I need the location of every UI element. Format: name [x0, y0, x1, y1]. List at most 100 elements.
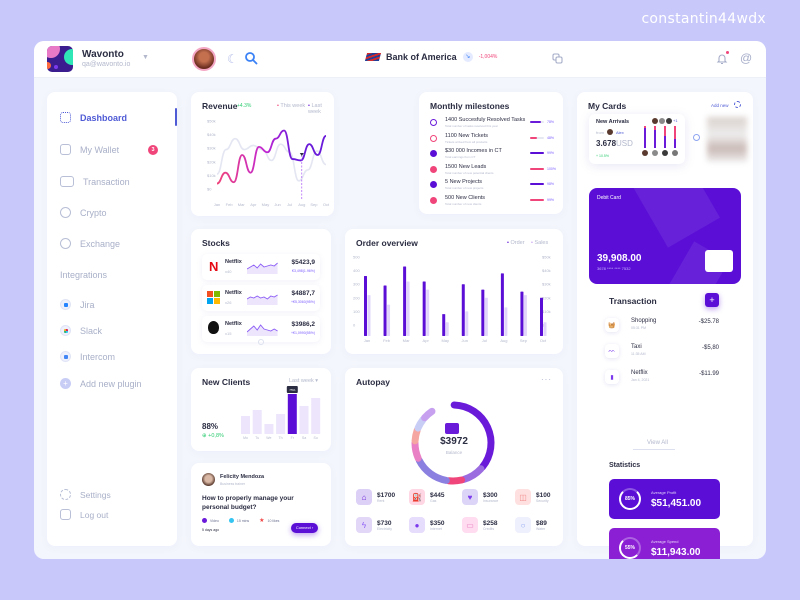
statistic-card[interactable]: 85% Average Profit $51,451.00: [609, 479, 720, 519]
transaction-time: 11:35 AM: [631, 352, 646, 356]
cash-icon: [60, 176, 74, 187]
milestone-title: 1400 Succesfuly Resolved Tasks: [445, 117, 526, 123]
milestones-card: Monthly milestones 1400 Succesfuly Resol…: [419, 92, 563, 214]
autopay-item[interactable]: ● $350 Internet: [409, 517, 444, 533]
more-options-icon[interactable]: ···: [541, 375, 552, 384]
avatar: [666, 118, 672, 124]
milestone-pct: 99%: [547, 151, 555, 155]
add-plugin-button[interactable]: + Add new plugin: [60, 378, 142, 389]
y-tick-label-right: $10k: [542, 309, 551, 314]
sidebar-item-my-wallet[interactable]: My Wallet: [60, 144, 119, 155]
statistic-value: $51,451.00: [651, 498, 702, 509]
autopay-item[interactable]: ◫ $100 Security: [515, 489, 550, 505]
stock-name: Netflix: [225, 290, 242, 296]
carousel-next-icon[interactable]: [693, 134, 700, 141]
copy-icon[interactable]: [552, 53, 563, 64]
sidebar-item-crypto[interactable]: Crypto: [60, 207, 107, 218]
logout-link[interactable]: Log out: [60, 509, 108, 520]
client-bar[interactable]: [276, 414, 286, 434]
donut-segment: [421, 407, 436, 422]
stock-price: $4887,7: [291, 290, 316, 297]
bank-selector[interactable]: Bank of America ↘ -1,004%: [364, 52, 497, 62]
autopay-item[interactable]: ϟ $730 Electricity: [356, 517, 392, 533]
account-switcher[interactable]: Wavonto qa@wavonto.io: [82, 49, 130, 68]
user-avatar[interactable]: [192, 47, 216, 71]
x-tick-label: Th: [279, 436, 283, 440]
card-chip-icon: [705, 250, 733, 272]
x-tick-label: Oct: [323, 202, 330, 207]
autopay-amount: $730: [377, 519, 392, 527]
autopay-item[interactable]: ▭ $258 Credits: [462, 517, 497, 533]
stock-row[interactable]: N Netflix x40 $5423,9 €3,498(1.96%): [202, 254, 320, 280]
statistic-label: Average Profit: [651, 490, 677, 495]
x-tick-label: Mo: [243, 436, 248, 440]
client-bar[interactable]: [299, 406, 309, 434]
moon-icon[interactable]: ☾: [227, 52, 238, 66]
client-bar[interactable]: [287, 394, 297, 434]
milestone-item[interactable]: 5 New Projects Total number of new projec…: [430, 179, 555, 190]
add-card-icon[interactable]: [734, 101, 741, 108]
milestone-item[interactable]: 1100 New Tickets Tickets arrived from all…: [430, 133, 555, 144]
sidebar-item-exchange[interactable]: Exchange: [60, 238, 120, 249]
integration-jira[interactable]: Jira: [60, 299, 95, 310]
stock-price: $5423,9: [291, 259, 316, 266]
milestone-pct: 48%: [547, 135, 555, 140]
chevron-down-icon[interactable]: ▼: [142, 54, 149, 61]
integrations-heading: Integrations: [60, 270, 108, 280]
client-bar[interactable]: [252, 410, 262, 434]
add-new-link[interactable]: Add new: [711, 103, 729, 108]
debit-card[interactable]: Debit Card 39,908.00 3678 **** **** 7532: [589, 188, 741, 284]
coin-icon: [60, 207, 71, 218]
x-tick-label: Fr: [291, 436, 295, 440]
milestone-item[interactable]: $30 000 Incomes in CT Total earnings from…: [430, 148, 555, 159]
client-bar[interactable]: [311, 398, 321, 434]
connect-button[interactable]: Connect ›: [291, 523, 318, 533]
stocks-card: Stocks N Netflix x40 $5423,9 €3,498(1.96…: [191, 229, 331, 354]
new-arrivals-card[interactable]: New Arrivals +1 from Alex 3.678USD + 10.…: [589, 114, 685, 164]
sidebar: Dashboard My Wallet 3 Transaction Crypto…: [47, 92, 177, 546]
y-tick-label-left: 0: [353, 323, 356, 328]
add-transaction-button[interactable]: +: [705, 293, 719, 307]
sales-bar: [504, 307, 508, 336]
autopay-item[interactable]: ⛽ $445 Gas: [409, 489, 444, 505]
milestone-progress: [530, 167, 544, 170]
integration-slack[interactable]: Slack: [60, 325, 102, 336]
y-tick-label-right: $30k: [542, 282, 551, 287]
view-all-link[interactable]: View All: [647, 440, 668, 446]
milestone-item[interactable]: 1500 New Leads Total number of new potent…: [430, 164, 556, 175]
notification-dot: [726, 51, 729, 54]
at-icon[interactable]: @: [740, 51, 752, 65]
x-tick-label: May: [262, 202, 270, 207]
x-tick-label: Aug: [298, 202, 305, 207]
trash-icon: ◫: [515, 489, 531, 505]
wallet-icon: [445, 423, 459, 434]
sidebar-item-dashboard[interactable]: Dashboard: [60, 112, 127, 123]
taxi-icon: ᨓ: [605, 344, 619, 358]
client-bar[interactable]: [264, 424, 274, 434]
autopay-item[interactable]: ○ $89 Water: [515, 517, 547, 533]
integration-intercom[interactable]: Intercom: [60, 351, 115, 362]
avatar: [672, 150, 678, 156]
client-bar[interactable]: [241, 416, 250, 434]
debit-number: 3678 **** **** 7532: [597, 266, 631, 271]
meta-video: Video: [202, 518, 219, 523]
statistic-ring: 85%: [619, 488, 641, 510]
stock-row[interactable]: Netflix x26 $4887,7 +€5,3060(95%): [202, 285, 320, 311]
article-question[interactable]: How to properly manage your personal bud…: [202, 494, 302, 512]
milestone-item[interactable]: 500 New Clients Total number of new clien…: [430, 195, 555, 206]
more-stocks-icon[interactable]: [258, 339, 264, 345]
sidebar-item-transaction[interactable]: Transaction: [60, 176, 130, 187]
autopay-item[interactable]: ⌂ $1700 Rent: [356, 489, 395, 505]
statistic-card[interactable]: 55% Average Spend $11,943.00: [609, 528, 720, 559]
autopay-item[interactable]: ♥ $300 Insurance: [462, 489, 498, 505]
search-icon[interactable]: [244, 51, 258, 65]
sidebar-item-label: My Wallet: [80, 144, 120, 155]
sender-avatar: [607, 129, 613, 135]
milestone-progress: [530, 183, 544, 185]
exchange-icon: [60, 238, 71, 249]
statistics-title: Statistics: [609, 462, 641, 469]
milestone-item[interactable]: 1400 Succesfuly Resolved Tasks Total numb…: [430, 117, 555, 128]
milestone-subtitle: Total number of new clients: [445, 201, 482, 206]
settings-link[interactable]: Settings: [60, 489, 111, 500]
y-tick-label: $20k: [207, 159, 216, 164]
